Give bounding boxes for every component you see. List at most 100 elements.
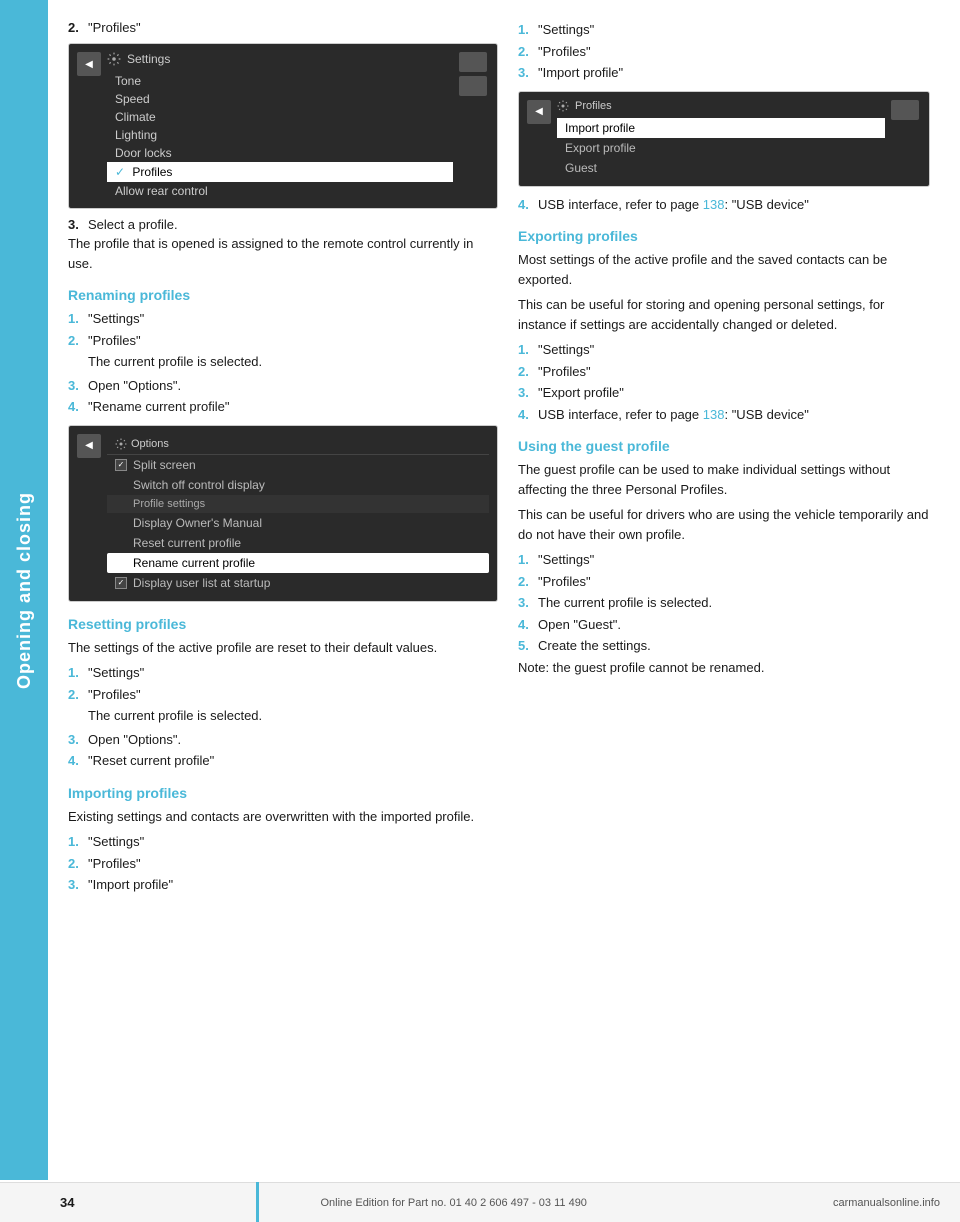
guest-note: Note: the guest profile cannot be rename…	[518, 658, 930, 678]
resetting-heading: Resetting profiles	[68, 616, 498, 632]
guest-list: 1. "Settings" 2. "Profiles" 3. The curre…	[518, 550, 930, 656]
importing-heading: Importing profiles	[68, 785, 498, 801]
right-step-2: 2. "Profiles"	[518, 42, 930, 62]
renaming-step-1-text: "Settings"	[88, 309, 144, 329]
renaming-indent: The current profile is selected.	[88, 352, 498, 372]
right-step-1-num: 1.	[518, 20, 532, 40]
resetting-step-3-num: 3.	[68, 730, 82, 750]
guest-step-5-text: Create the settings.	[538, 636, 651, 656]
importing-step-3-text: "Import profile"	[88, 875, 173, 895]
options-layout: ◀ Options Split screen Switch o	[77, 434, 489, 593]
importing-step-2: 2. "Profiles"	[68, 854, 498, 874]
importing-step-2-text: "Profiles"	[88, 854, 141, 874]
settings-doorlocks: Door locks	[107, 144, 453, 162]
renaming-step-3-text: Open "Options".	[88, 376, 181, 396]
right-top-steps: 1. "Settings" 2. "Profiles" 3. "Import p…	[518, 20, 930, 83]
settings-speed: Speed	[107, 90, 453, 108]
exporting-desc2: This can be useful for storing and openi…	[518, 295, 930, 334]
exporting-step-2-text: "Profiles"	[538, 362, 591, 382]
renaming-list-2: 3. Open "Options". 4. "Rename current pr…	[68, 376, 498, 417]
option-profile-settings: Profile settings	[107, 495, 489, 513]
guest-step-1-num: 1.	[518, 550, 532, 570]
settings-climate: Climate	[107, 108, 453, 126]
importing-step-4-num: 4.	[518, 195, 532, 215]
renaming-step-3-num: 3.	[68, 376, 82, 396]
renaming-step-1: 1. "Settings"	[68, 309, 498, 329]
profiles-screen-title: Profiles	[575, 100, 612, 112]
resetting-step-2-text: "Profiles"	[88, 685, 141, 705]
resetting-step-1-num: 1.	[68, 663, 82, 683]
exporting-step-3-text: "Export profile"	[538, 383, 624, 403]
guest-step-2-num: 2.	[518, 572, 532, 592]
renaming-step-4-num: 4.	[68, 397, 82, 417]
guest-desc1: The guest profile can be used to make in…	[518, 460, 930, 499]
option-rename-profile: Rename current profile	[107, 553, 489, 573]
resetting-step-2: 2. "Profiles"	[68, 685, 498, 705]
guest-heading: Using the guest profile	[518, 438, 930, 454]
right-step-2-num: 2.	[518, 42, 532, 62]
options-nav-arrow[interactable]: ◀	[77, 434, 101, 458]
footer-text: Online Edition for Part no. 01 40 2 606 …	[321, 1197, 587, 1209]
right-step-1: 1. "Settings"	[518, 20, 930, 40]
importing-step-3-num: 3.	[68, 875, 82, 895]
options-screenshot: ◀ Options Split screen Switch o	[68, 425, 498, 602]
guest-step-3: 3. The current profile is selected.	[518, 593, 930, 613]
profiles-gear-icon	[557, 100, 569, 112]
step-2-text: "Profiles"	[88, 20, 141, 35]
option-split-screen: Split screen	[107, 455, 489, 475]
options-menu: Options Split screen Switch off control …	[107, 434, 489, 593]
resetting-list-2: 3. Open "Options". 4. "Reset current pro…	[68, 730, 498, 771]
footer: 34 Online Edition for Part no. 01 40 2 6…	[0, 1182, 960, 1222]
profiles-nav-arrow[interactable]: ◀	[527, 100, 551, 124]
page-number: 34	[60, 1195, 74, 1210]
step-3: 3. Select a profile.	[68, 217, 498, 232]
settings-screenshot: ◀ Settings Tone Speed Climate Lighting D…	[68, 43, 498, 209]
exporting-step-3-num: 3.	[518, 383, 532, 403]
settings-profiles: ✓ Profiles	[107, 162, 453, 182]
screen-layout: ◀ Settings Tone Speed Climate Lighting D…	[77, 52, 489, 200]
importing-step-1-text: "Settings"	[88, 832, 144, 852]
resetting-step-4-num: 4.	[68, 751, 82, 771]
footer-right: carmanualsonline.info	[833, 1197, 940, 1209]
exporting-link[interactable]: 138	[703, 407, 725, 422]
exporting-step-4-text: USB interface, refer to page 138: "USB d…	[538, 405, 809, 425]
guest-step-5: 5. Create the settings.	[518, 636, 930, 656]
importing-link[interactable]: 138	[703, 197, 725, 212]
nav-left-arrow[interactable]: ◀	[77, 52, 101, 76]
step-3-text: Select a profile.	[88, 217, 178, 232]
sidebar: Opening and closing	[0, 0, 48, 1180]
left-column: 2. "Profiles" ◀ Settings Tone Speed	[68, 20, 498, 897]
exporting-step-3: 3. "Export profile"	[518, 383, 930, 403]
importing-step-1: 1. "Settings"	[68, 832, 498, 852]
guest-step-4-text: Open "Guest".	[538, 615, 621, 635]
exporting-step-2-num: 2.	[518, 362, 532, 382]
resetting-step-1-text: "Settings"	[88, 663, 144, 683]
guest-step-4-num: 4.	[518, 615, 532, 635]
profiles-btn-1	[891, 100, 919, 120]
step-3-number: 3.	[68, 217, 82, 232]
profiles-menu: Profiles Import profile Export profile G…	[557, 100, 885, 178]
resetting-indent: The current profile is selected.	[88, 706, 498, 726]
exporting-step-4-num: 4.	[518, 405, 532, 425]
screen-right-buttons	[459, 52, 489, 96]
profiles-screenshot: ◀ Profiles Import profile Export profile…	[518, 91, 930, 187]
renaming-step-3: 3. Open "Options".	[68, 376, 498, 396]
profiles-layout: ◀ Profiles Import profile Export profile…	[527, 100, 921, 178]
profiles-export: Export profile	[557, 138, 885, 158]
footer-divider	[256, 1182, 259, 1222]
guest-step-1: 1. "Settings"	[518, 550, 930, 570]
right-column: 1. "Settings" 2. "Profiles" 3. "Import p…	[518, 20, 930, 897]
resetting-step-4: 4. "Reset current profile"	[68, 751, 498, 771]
option-reset-profile: Reset current profile	[107, 533, 489, 553]
right-step-3-text: "Import profile"	[538, 63, 623, 83]
option-display-manual: Display Owner's Manual	[107, 513, 489, 533]
options-title: Options	[107, 434, 489, 455]
step-3-desc: The profile that is opened is assigned t…	[68, 234, 498, 273]
guest-step-2-text: "Profiles"	[538, 572, 591, 592]
importing-step-3: 3. "Import profile"	[68, 875, 498, 895]
importing-step-4-text: USB interface, refer to page 138: "USB d…	[538, 195, 809, 215]
option-switch-off: Switch off control display	[107, 475, 489, 495]
resetting-step-2-num: 2.	[68, 685, 82, 705]
importing-step-2-num: 2.	[68, 854, 82, 874]
importing-desc: Existing settings and contacts are overw…	[68, 807, 498, 827]
